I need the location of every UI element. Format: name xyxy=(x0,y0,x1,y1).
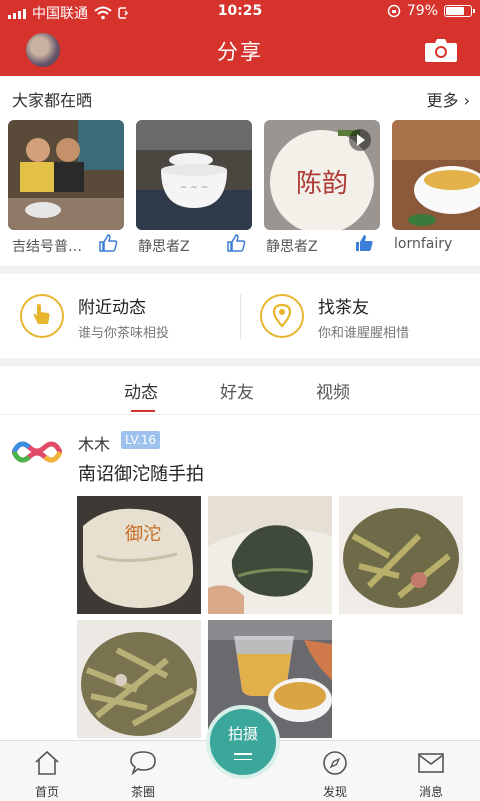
feed-list: 木木 LV.16 南诏御沱随手拍 御沱 xyxy=(0,415,480,740)
share-section: 大家都在晒 更多 › ~ ~ ~ 陈韵 吉结号普… 静思者Z 静思者Z lorn… xyxy=(0,76,480,266)
level-badge: LV.16 xyxy=(121,431,161,449)
group-photo xyxy=(8,120,124,230)
tab-messages[interactable]: 消息 xyxy=(396,741,466,801)
battery-percent: 79% xyxy=(406,3,438,19)
post-username[interactable]: 木木 xyxy=(78,431,110,455)
tea-cake-seal: 陈韵 xyxy=(296,169,348,199)
home-icon xyxy=(35,750,59,775)
more-link[interactable]: 更多 › xyxy=(426,87,470,111)
feature-title: 找茶友 xyxy=(318,298,369,318)
chevron-right-icon: › xyxy=(463,91,470,110)
tab-label: 首页 xyxy=(34,785,59,799)
tab-label: 发现 xyxy=(322,785,347,799)
more-label: 更多 xyxy=(426,91,459,110)
share-thumbnail[interactable]: 陈韵 xyxy=(264,120,380,230)
thumbs-up-icon[interactable] xyxy=(98,234,118,252)
share-thumbnail[interactable] xyxy=(392,120,480,230)
feature-subtitle: 你和谁腥腥相惜 xyxy=(318,326,410,341)
share-username[interactable]: 静思者Z xyxy=(266,236,318,256)
feed-tabs: 动态 好友 视频 xyxy=(0,366,480,415)
top-navbar: 分享 xyxy=(0,24,480,76)
feature-row: 附近动态 谁与你茶味相投 找茶友 你和谁腥腥相惜 xyxy=(0,274,480,358)
tab-videos[interactable]: 视频 xyxy=(316,378,350,403)
post-photo[interactable]: 御沱 xyxy=(77,496,201,614)
camera-icon[interactable] xyxy=(424,37,458,63)
divider xyxy=(0,266,480,274)
page-title: 分享 xyxy=(217,40,263,64)
teaware-photo: ~ ~ ~ xyxy=(136,120,252,230)
post-photo[interactable] xyxy=(77,620,201,738)
share-username[interactable]: 吉结号普… xyxy=(12,236,82,256)
post-photo[interactable] xyxy=(339,496,463,614)
share-thumbnail[interactable] xyxy=(8,120,124,230)
svg-text:~ ~ ~: ~ ~ ~ xyxy=(180,183,208,193)
menu-lines-icon xyxy=(234,753,252,764)
tab-label: 茶圈 xyxy=(130,785,155,799)
tab-tea-circle[interactable]: 茶圈 xyxy=(108,741,178,801)
post-text: 南诏御沱随手拍 xyxy=(78,464,204,485)
rotation-lock-icon xyxy=(387,4,401,18)
vertical-divider xyxy=(240,294,241,340)
shoot-button[interactable]: 拍摄 xyxy=(206,705,280,779)
share-thumbnail[interactable]: ~ ~ ~ xyxy=(136,120,252,230)
hand-pointer-icon xyxy=(20,294,64,338)
shoot-label: 拍摄 xyxy=(227,725,258,743)
battery-icon xyxy=(444,5,475,17)
tab-discover[interactable]: 发现 xyxy=(300,741,370,801)
thumbs-up-icon[interactable] xyxy=(226,234,246,252)
wrapper-seal: 御沱 xyxy=(125,524,161,545)
thumbs-up-filled-icon[interactable] xyxy=(354,234,374,252)
share-header: 大家都在晒 xyxy=(12,91,93,110)
divider xyxy=(0,358,480,366)
puer-cake-photo: 陈韵 xyxy=(264,120,380,230)
tab-activity[interactable]: 动态 xyxy=(124,378,158,403)
feature-title: 附近动态 xyxy=(78,298,146,318)
active-tab-indicator xyxy=(131,410,155,412)
share-username[interactable]: 静思者Z xyxy=(138,236,190,256)
compass-icon xyxy=(323,751,347,775)
chat-bubble-icon xyxy=(130,751,156,776)
status-bar: 中国联通 10:25 79% xyxy=(0,0,480,24)
tea-cup-photo xyxy=(392,120,480,230)
mail-icon xyxy=(418,753,444,773)
location-pin-icon xyxy=(260,294,304,338)
post-avatar[interactable] xyxy=(12,437,62,467)
tab-home[interactable]: 首页 xyxy=(12,741,82,801)
share-username[interactable]: lornfairy xyxy=(394,236,452,252)
feature-subtitle: 谁与你茶味相投 xyxy=(78,326,170,341)
post-photo[interactable] xyxy=(208,496,332,614)
tab-friends[interactable]: 好友 xyxy=(220,378,254,403)
tab-label: 消息 xyxy=(418,785,443,799)
